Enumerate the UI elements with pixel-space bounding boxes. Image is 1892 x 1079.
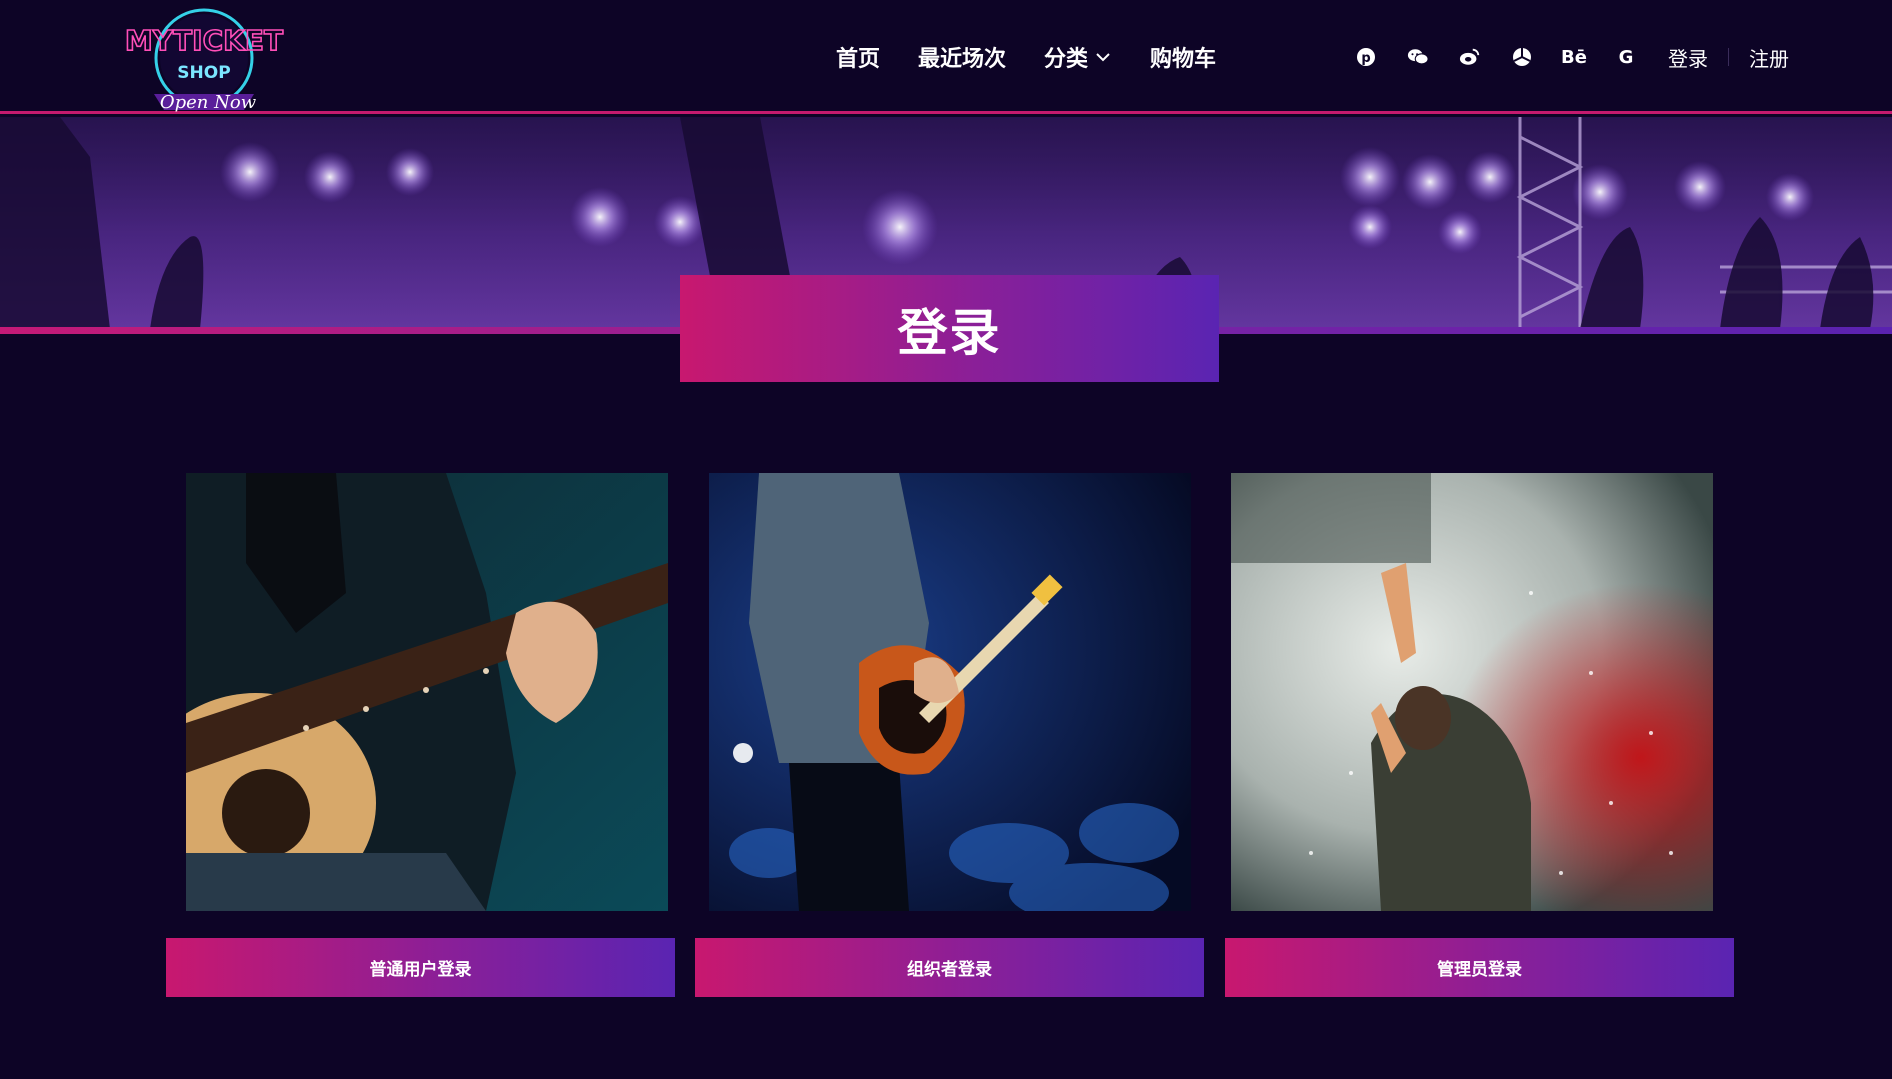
behance-text: Bē xyxy=(1561,46,1587,68)
register-link[interactable]: 注册 xyxy=(1729,43,1809,72)
aperture-icon[interactable] xyxy=(1496,42,1548,72)
social-links: p Bē G xyxy=(1340,42,1652,72)
nav-item-label: 最近场次 xyxy=(918,47,1007,72)
nav-item-home[interactable]: 首页 xyxy=(836,41,880,73)
google-text: G xyxy=(1618,46,1634,68)
page-title-box: 登录 xyxy=(680,275,1219,382)
acoustic-guitar-image xyxy=(186,473,668,911)
weibo-icon[interactable] xyxy=(1444,42,1496,72)
google-icon[interactable]: G xyxy=(1600,42,1652,72)
auth-links: 登录 注册 xyxy=(1648,42,1809,72)
nav-item-label: 分类 xyxy=(1044,47,1089,72)
nav-item-recent-shows[interactable]: 最近场次 xyxy=(918,41,1006,73)
site-header: MYTICKET SHOP Open Now 首页 最近场次 分类 购物车 p xyxy=(0,0,1892,114)
nav-item-label: 购物车 xyxy=(1150,47,1217,72)
site-logo[interactable]: MYTICKET SHOP Open Now xyxy=(118,6,298,118)
nav-item-label: 首页 xyxy=(836,47,881,72)
logo-wordmark: MYTICKET xyxy=(125,24,283,57)
nav-item-categories[interactable]: 分类 xyxy=(1044,41,1112,73)
organizer-login-label: 组织者登录 xyxy=(907,960,992,980)
pinterest-icon[interactable]: p xyxy=(1340,42,1392,72)
logo-sub: SHOP xyxy=(177,63,230,83)
page-title: 登录 xyxy=(897,303,1002,362)
admin-login-button[interactable]: 管理员登录 xyxy=(1225,938,1734,997)
chevron-down-icon xyxy=(1096,53,1110,62)
wechat-icon[interactable] xyxy=(1392,42,1444,72)
login-link[interactable]: 登录 xyxy=(1648,43,1728,72)
logo-tagline: Open Now xyxy=(160,92,257,113)
user-login-button[interactable]: 普通用户登录 xyxy=(166,938,675,997)
user-login-label: 普通用户登录 xyxy=(369,960,472,980)
nav-item-cart[interactable]: 购物车 xyxy=(1150,41,1216,73)
svg-text:p: p xyxy=(1361,51,1370,66)
singer-image xyxy=(1231,473,1713,911)
behance-icon[interactable]: Bē xyxy=(1548,42,1600,72)
main-nav: 首页 最近场次 分类 购物车 xyxy=(836,40,1216,74)
organizer-login-button[interactable]: 组织者登录 xyxy=(695,938,1204,997)
admin-login-label: 管理员登录 xyxy=(1437,960,1522,980)
electric-guitar-image xyxy=(709,473,1191,911)
